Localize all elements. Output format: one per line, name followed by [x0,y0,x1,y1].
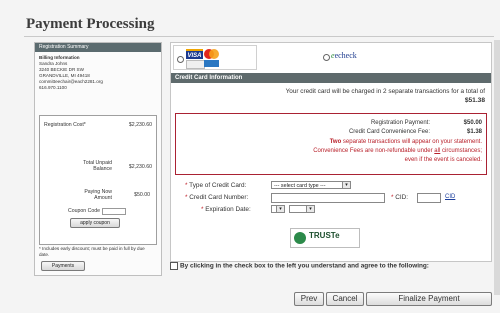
card-payment-radio[interactable] [177,56,184,63]
fee-breakdown-box: Registration Payment: $50.00 Credit Card… [175,113,487,175]
expiration-month-select[interactable]: ▾ [271,205,285,213]
charge-description: Your credit card will be charged in 2 se… [285,88,485,95]
page-title: Payment Processing [26,16,155,32]
card-number-label: * Credit Card Number: [185,194,249,201]
billing-address: 3240 BECKIE DR SW [39,67,84,72]
title-divider [24,36,494,37]
chevron-down-icon: ▾ [276,206,284,212]
visa-icon: VISA [186,49,203,59]
agreement-text: By clicking in the check box to the left… [180,262,429,270]
paying-now-label: Paying Now Amount [84,189,112,201]
truste-seal: TRUSTe [290,228,360,248]
echeck-logo: eecheck [331,51,357,60]
billing-title: Billing Information [39,55,80,60]
chevron-down-icon: ▾ [306,206,314,212]
billing-email: committeechair@each2281.org [39,79,103,84]
coupon-code-input[interactable] [102,208,126,215]
payments-button[interactable]: Payments [41,261,85,271]
cid-help-link[interactable]: CID [445,194,455,200]
agreement-row: By clicking in the check box to the left… [170,262,480,271]
amex-icon [204,60,219,67]
nonrefundable-note-2: even if the event is canceled. [404,157,482,163]
echeck-radio[interactable] [323,54,330,61]
billing-name: Sandra Johns [39,61,68,66]
card-type-selector: VISA [173,45,257,70]
cancel-button[interactable]: Cancel [326,292,364,306]
cost-breakdown: Registration Cost* $2,230.60 Total Unpai… [39,115,157,245]
charge-total: $51.38 [464,97,485,104]
registration-cost-label: Registration Cost* [44,122,86,128]
finalize-payment-button[interactable]: Finalize Payment [366,292,492,306]
discover-icon [186,60,205,69]
total-unpaid-value: $2,230.60 [128,164,152,170]
registration-payment-label: Registration Payment: [370,120,430,126]
convenience-fee-label: Credit Card Convenience Fee: [348,129,430,135]
expiration-year-select[interactable]: ▾ [289,205,315,213]
card-type-label: * Type of Credit Card: [185,182,247,189]
card-type-select[interactable]: --- select card type --- ▾ [271,181,351,189]
early-discount-note: * Includes early discount; must be paid … [39,246,145,257]
total-unpaid-label: Total Unpaid Balance [83,160,112,172]
summary-header: Registration Summary [35,43,161,52]
registration-summary-panel: Registration Summary Billing Information… [34,42,162,276]
billing-city: GRANDVILLE, MI 49418 [39,73,90,78]
nonrefundable-note: Convenience Fees are non-refundable unde… [313,148,482,154]
billing-information: Billing Information Sandra Johns 3240 BE… [35,52,161,91]
chevron-down-icon: ▾ [342,182,350,188]
agree-checkbox[interactable] [170,262,178,270]
coupon-code-label: Coupon Code [68,208,101,214]
prev-button[interactable]: Prev [294,292,324,306]
registration-cost-value: $2,230.60 [128,122,152,128]
apply-coupon-button[interactable]: apply coupon [70,218,120,228]
mastercard-icon [204,49,219,59]
card-number-input[interactable] [271,193,385,203]
billing-phone: 616.970.1100 [39,85,67,90]
cid-label: * CID: [391,194,409,201]
truste-icon [294,232,306,244]
truste-label: TRUSTe [309,231,340,240]
registration-payment-value: $50.00 [463,120,482,126]
expiration-date-label: * Expiration Date: [201,206,251,213]
convenience-fee-value: $1.38 [466,129,482,135]
two-transactions-note: Two separate transactions will appear on… [329,139,482,145]
page-scrollbar[interactable] [494,40,500,295]
payment-window: Payment Processing Registration Summary … [0,0,500,313]
credit-card-info-header: Credit Card Information [171,73,491,83]
cid-input[interactable] [417,193,441,203]
paying-now-amount[interactable]: $50.00 [134,192,150,198]
